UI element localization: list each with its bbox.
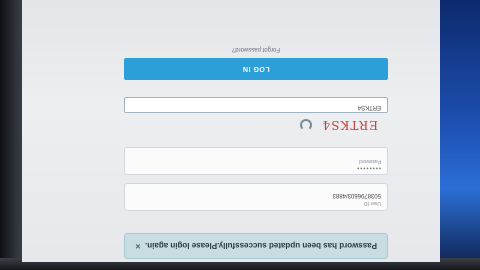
desktop-wallpaper-edge (440, 0, 480, 270)
alert-message: Password has been updated successfully.P… (145, 241, 377, 251)
captcha-image: ERTKS4 (321, 118, 378, 132)
user-id-value: 5038796603/4883 (332, 192, 381, 198)
forgot-password-link[interactable]: Forgot password? (124, 46, 388, 52)
monitor-bezel-left (0, 0, 22, 270)
user-id-label: User ID (364, 200, 381, 206)
login-screen: Password has been updated successfully.P… (22, 0, 440, 262)
user-id-field[interactable]: User ID 5038796603/4883 (124, 183, 388, 211)
refresh-icon[interactable] (299, 119, 312, 131)
captcha-input[interactable]: ERTKS4 (124, 97, 388, 113)
rotated-page: Password has been updated successfully.P… (22, 0, 440, 262)
success-alert: Password has been updated successfully.P… (124, 233, 388, 259)
password-mask: •••••••• (356, 164, 381, 170)
login-form: Password has been updated successfully.P… (110, 0, 388, 262)
captcha-row: ERTKS4 (124, 112, 388, 138)
password-label: Password (359, 158, 381, 164)
password-field[interactable]: •••••••• Password (124, 147, 388, 175)
close-icon[interactable]: × (135, 241, 141, 252)
login-button[interactable]: LOG IN (124, 58, 388, 80)
